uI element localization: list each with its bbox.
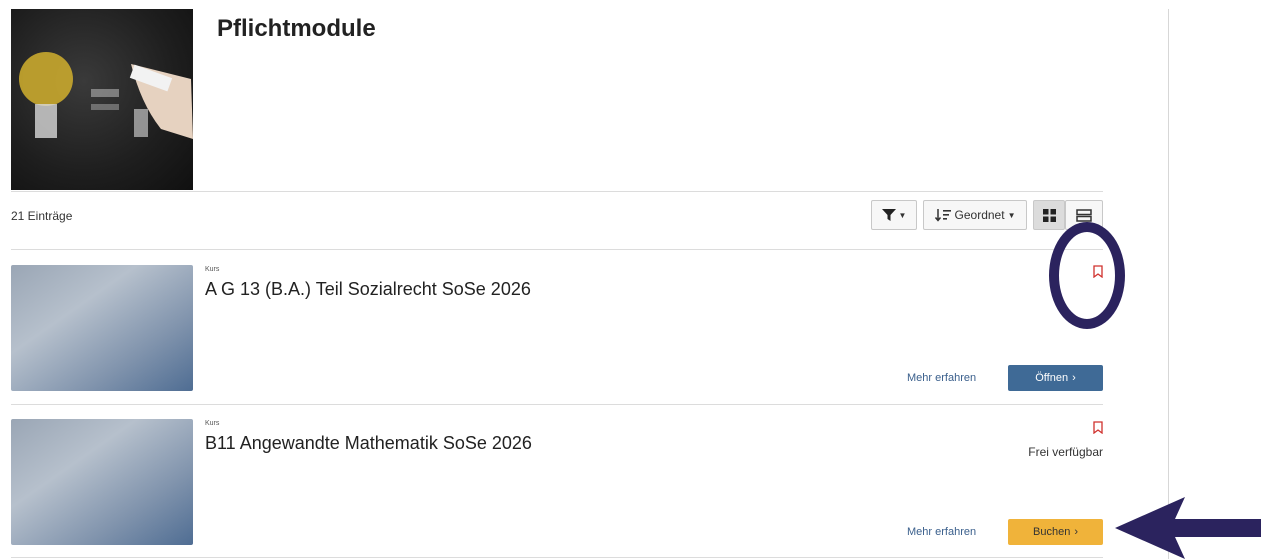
filter-icon: [881, 209, 896, 221]
chevron-down-icon: ▼: [1007, 210, 1016, 220]
course-type-label: Kurs: [205, 266, 220, 273]
page-title: Pflichtmodule: [217, 15, 376, 42]
chevron-right-icon: ›: [1072, 372, 1076, 384]
chevron-right-icon: ›: [1074, 526, 1078, 538]
chevron-down-icon: ▼: [898, 210, 907, 220]
divider: [11, 557, 1103, 558]
open-button[interactable]: Öffnen ›: [1008, 365, 1103, 391]
more-info-link[interactable]: Mehr erfahren: [907, 526, 976, 538]
book-button-label: Buchen: [1033, 526, 1071, 538]
header-image: [11, 9, 193, 190]
course-thumbnail[interactable]: [11, 265, 193, 391]
more-info-link[interactable]: Mehr erfahren: [907, 372, 976, 384]
open-button-label: Öffnen: [1035, 372, 1069, 384]
sort-dropdown[interactable]: Geordnet ▼: [923, 200, 1027, 230]
divider: [11, 404, 1103, 405]
sort-label: Geordnet: [954, 208, 1005, 222]
course-type-label: Kurs: [205, 420, 220, 427]
grid-view-button[interactable]: [1033, 200, 1065, 230]
course-title[interactable]: B11 Angewandte Mathematik SoSe 2026: [205, 433, 532, 454]
bookmark-icon[interactable]: [1093, 421, 1103, 434]
filter-button[interactable]: ▼: [871, 200, 917, 230]
course-thumbnail[interactable]: [11, 419, 193, 545]
course-title[interactable]: A G 13 (B.A.) Teil Sozialrecht SoSe 2026: [205, 279, 531, 300]
divider: [11, 249, 1103, 250]
entry-count: 21 Einträge: [11, 209, 73, 223]
grid-view-icon: [1042, 208, 1056, 222]
divider: [11, 191, 1103, 192]
annotation-arrow-icon: [1115, 497, 1261, 559]
content-border: [1168, 9, 1169, 559]
sort-icon: [934, 208, 951, 222]
book-button[interactable]: Buchen ›: [1008, 519, 1103, 545]
availability-status: Frei verfügbar: [1028, 445, 1103, 459]
annotation-circle: [1049, 222, 1125, 329]
list-view-icon: [1076, 208, 1092, 222]
